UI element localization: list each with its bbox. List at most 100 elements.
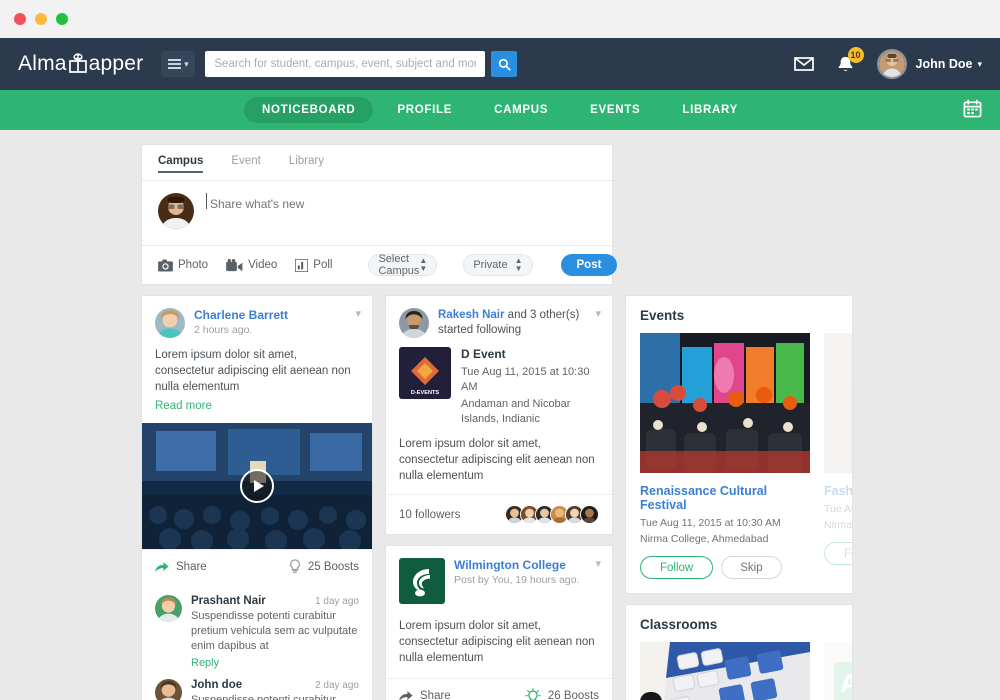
search-submit-button[interactable] [491, 51, 517, 77]
comment-body: John doe 2 day ago Suspendisse potenti c… [191, 679, 359, 700]
nav-item-noticeboard[interactable]: NOTICEBOARD [244, 97, 373, 123]
feed-column-left: Charlene Barrett 2 hours ago. ▾ Lorem ip… [141, 295, 373, 700]
composer-tab-library[interactable]: Library [289, 155, 324, 173]
follower-avatars[interactable] [509, 505, 599, 524]
composer-input[interactable] [206, 193, 596, 209]
boost-count: 25 Boosts [308, 561, 359, 573]
classrooms-carousel[interactable]: $99$8$53$61 16N.A1.2 Account & Statistic… [626, 642, 852, 700]
maximize-window-button[interactable] [56, 13, 68, 25]
post-author-name[interactable]: Rakesh Nair [438, 309, 504, 321]
classroom-card[interactable]: Accountin Account & Statistics 12 Articl… [824, 642, 853, 700]
event-thumbnail [824, 462, 853, 476]
comment-list: Prashant Nair 1 day ago Suspendisse pote… [142, 583, 372, 700]
composer-tab-campus[interactable]: Campus [158, 155, 203, 173]
boost-button[interactable]: 25 Boosts [289, 559, 359, 574]
composer-body [142, 181, 612, 245]
post-header: Charlene Barrett 2 hours ago. ▾ [142, 296, 372, 338]
share-button[interactable]: Share [399, 690, 451, 700]
app-logo[interactable]: Almaapper [18, 52, 143, 76]
avatar [155, 595, 182, 622]
search-icon [498, 58, 511, 71]
share-button[interactable]: Share [155, 561, 207, 573]
composer-tab-event[interactable]: Event [231, 155, 260, 173]
add-video-label: Video [248, 259, 277, 271]
classrooms-panel: Classrooms [625, 604, 853, 700]
events-carousel[interactable]: Renaissance Cultural Festival Tue Aug 11… [626, 333, 852, 579]
boost-count: 26 Boosts [548, 690, 599, 700]
classroom-card[interactable]: $99$8$53$61 16N.A1.2 Account & Statistic… [640, 642, 810, 700]
post-author-name[interactable]: Charlene Barrett [194, 308, 288, 322]
add-video-button[interactable]: Video [226, 259, 277, 272]
stepper-icon: ▲▼ [515, 257, 523, 273]
event-thumbnail [640, 462, 810, 476]
classrooms-panel-title: Classrooms [626, 617, 852, 642]
nav-item-library[interactable]: LIBRARY [664, 97, 756, 123]
content-columns: Charlene Barrett 2 hours ago. ▾ Lorem ip… [0, 285, 1000, 700]
close-window-button[interactable] [14, 13, 26, 25]
event-name[interactable]: Renaissance Cultural Festival [640, 484, 810, 512]
calendar-icon [963, 99, 982, 118]
video-camera-icon [226, 259, 243, 272]
user-menu[interactable]: John Doe ▾ [877, 49, 982, 79]
post-media-image[interactable] [142, 423, 372, 549]
events-panel-title: Events [626, 308, 852, 333]
minimize-window-button[interactable] [35, 13, 47, 25]
nav-item-campus[interactable]: CAMPUS [476, 97, 566, 123]
event-date: Tue Aug 11, 2015 at 10:30 AM [461, 365, 599, 395]
followers-count: 10 followers [399, 509, 460, 521]
user-name-label: John Doe [916, 57, 973, 71]
campus-select[interactable]: Select Campus ▲▼ [368, 254, 437, 276]
skip-button[interactable]: Skip [721, 556, 781, 579]
event-place: Nirma College, Ahmedabad [824, 518, 853, 532]
nav-item-profile[interactable]: PROFILE [379, 97, 470, 123]
post-read-more-link[interactable]: Read more [142, 395, 372, 423]
chevron-down-icon: ▾ [184, 60, 189, 69]
add-poll-button[interactable]: Poll [295, 259, 332, 272]
chevron-down-icon[interactable]: ▾ [595, 557, 601, 570]
event-card[interactable]: Fashion Show Tue Aug 11, 2015 at 10:30 A… [824, 333, 853, 579]
video-play-button[interactable] [240, 469, 274, 503]
comment-author: Prashant Nair [191, 595, 266, 607]
comment-item: Prashant Nair 1 day ago Suspendisse pote… [155, 587, 359, 671]
event-title[interactable]: D Event [461, 347, 599, 361]
post-author-block: Charlene Barrett 2 hours ago. [194, 308, 288, 338]
event-place: Nirma College, Ahmedabad [640, 532, 810, 546]
messages-button[interactable] [794, 57, 814, 71]
post-button[interactable]: Post [561, 254, 618, 276]
camera-icon [158, 259, 173, 272]
share-icon [155, 561, 169, 573]
composer-toolbar: Photo Video Poll Select Campus ▲▼ Privat… [142, 245, 612, 284]
nav-items: NOTICEBOARD PROFILE CAMPUS EVENTS LIBRAR… [244, 97, 756, 123]
event-name[interactable]: Fashion Show [824, 484, 853, 498]
event-meta: D-EVENTS D Event Tue Aug 11, 2015 at 10:… [386, 338, 612, 427]
calendar-button[interactable] [963, 99, 982, 121]
poll-icon [295, 259, 308, 272]
feed-column-middle: Rakesh Nair and 3 other(s) started follo… [385, 295, 613, 700]
nav-item-events[interactable]: EVENTS [572, 97, 658, 123]
add-photo-button[interactable]: Photo [158, 259, 208, 272]
event-date: Tue Aug 11, 2015 at 10:30 AM [640, 516, 810, 530]
post-text: Lorem ipsum dolor sit amet, consectetur … [142, 338, 372, 395]
add-photo-label: Photo [178, 259, 208, 271]
comment-reply-link[interactable]: Reply [191, 657, 359, 669]
avatar [580, 505, 599, 524]
chevron-down-icon[interactable]: ▾ [355, 307, 361, 320]
avatar [158, 193, 194, 229]
post-author-name[interactable]: Wilmington College [454, 558, 580, 572]
follow-button[interactable]: Follow [640, 556, 713, 579]
chevron-down-icon[interactable]: ▾ [595, 307, 601, 320]
search-input[interactable] [205, 51, 485, 77]
event-card[interactable]: Renaissance Cultural Festival Tue Aug 11… [640, 333, 810, 579]
logo-text-mapper: apper [89, 52, 144, 76]
avatar [155, 308, 185, 338]
share-label: Share [176, 561, 207, 573]
boost-button[interactable]: 26 Boosts [525, 688, 599, 700]
post-headline: Rakesh Nair and 3 other(s) started follo… [438, 308, 586, 338]
notifications-button[interactable]: 10 [836, 55, 855, 74]
privacy-select[interactable]: Private ▲▼ [463, 254, 532, 276]
follow-button[interactable]: Follow [824, 542, 853, 565]
comment-time: 2 day ago [315, 680, 359, 691]
events-panel: Events [625, 295, 853, 594]
window-chrome [0, 0, 1000, 38]
category-menu-button[interactable]: ▾ [161, 51, 195, 77]
